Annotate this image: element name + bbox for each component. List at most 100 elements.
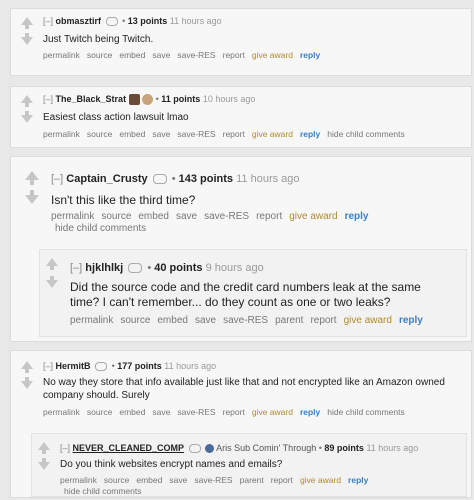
save-res-button[interactable]: save-RES bbox=[223, 315, 268, 326]
comment-body: Just Twitch being Twitch. bbox=[43, 34, 154, 45]
embed-button[interactable]: embed bbox=[157, 315, 188, 326]
vote-arrows bbox=[25, 171, 39, 204]
give-award-button[interactable]: give award bbox=[252, 407, 293, 417]
source-button[interactable]: source bbox=[87, 407, 113, 417]
embed-button[interactable]: embed bbox=[119, 129, 145, 139]
downvote-icon[interactable] bbox=[38, 462, 50, 470]
save-button[interactable]: save bbox=[152, 129, 170, 139]
embed-button[interactable]: embed bbox=[136, 475, 162, 485]
give-award-button[interactable]: give award bbox=[300, 475, 341, 485]
comment-author[interactable]: hjklhlkj bbox=[85, 262, 123, 274]
parent-button[interactable]: parent bbox=[275, 315, 303, 326]
parent-button[interactable]: parent bbox=[240, 475, 264, 485]
source-button[interactable]: source bbox=[87, 50, 113, 60]
collapse-toggle[interactable]: [–] bbox=[51, 173, 63, 185]
comment-body: Did the source code and the credit card … bbox=[70, 280, 421, 310]
downvote-icon[interactable] bbox=[21, 37, 33, 45]
comment-buttons: permalink source embed save save-RES report gi… bbox=[43, 407, 412, 417]
collapse-toggle[interactable]: [–] bbox=[70, 262, 82, 274]
source-button[interactable]: source bbox=[87, 129, 113, 139]
save-button[interactable]: save bbox=[152, 407, 170, 417]
comment-author[interactable]: obmasztirf bbox=[56, 16, 102, 26]
embed-button[interactable]: embed bbox=[119, 50, 145, 60]
collapse-toggle[interactable]: [–] bbox=[43, 94, 53, 104]
permalink-button[interactable]: permalink bbox=[60, 475, 97, 485]
save-res-button[interactable]: save-RES bbox=[204, 211, 249, 222]
report-button[interactable]: report bbox=[223, 129, 245, 139]
comment-author[interactable]: HermitB bbox=[56, 361, 91, 371]
upvote-icon[interactable] bbox=[25, 171, 39, 180]
source-button[interactable]: source bbox=[120, 315, 150, 326]
report-button[interactable]: report bbox=[271, 475, 293, 485]
save-button[interactable]: save bbox=[169, 475, 187, 485]
save-button[interactable]: save bbox=[176, 211, 197, 222]
report-button[interactable]: report bbox=[223, 50, 245, 60]
comment-card: [–] HermitB • 177 points 11 hours ago No… bbox=[10, 350, 472, 498]
comment-author[interactable]: The_Black_Strat bbox=[56, 94, 127, 104]
chat-bubble-icon[interactable] bbox=[128, 263, 143, 274]
report-button[interactable]: report bbox=[223, 407, 245, 417]
permalink-button[interactable]: permalink bbox=[70, 315, 113, 326]
reply-button[interactable]: reply bbox=[300, 50, 320, 60]
reply-button[interactable]: reply bbox=[345, 211, 369, 222]
save-res-button[interactable]: save-RES bbox=[177, 50, 215, 60]
comment-buttons-extra: hide child comments bbox=[55, 223, 153, 234]
source-button[interactable]: source bbox=[101, 211, 131, 222]
collapse-toggle[interactable]: [–] bbox=[43, 361, 53, 371]
comment-body: Do you think websites encrypt names and … bbox=[60, 459, 283, 470]
comment-author[interactable]: NEVER_CLEANED_COMP bbox=[73, 443, 185, 453]
hide-child-comments-button[interactable]: hide child comments bbox=[327, 129, 404, 139]
dot-separator: • bbox=[155, 94, 159, 104]
give-award-button[interactable]: give award bbox=[252, 129, 293, 139]
chat-bubble-icon[interactable] bbox=[152, 174, 167, 185]
comment-buttons: permalink source embed save save-RES parent re… bbox=[60, 475, 375, 485]
hide-child-comments-button[interactable]: hide child comments bbox=[64, 486, 141, 496]
comment-points: 40 points bbox=[154, 262, 203, 274]
upvote-icon[interactable] bbox=[21, 95, 33, 103]
save-res-button[interactable]: save-RES bbox=[194, 475, 232, 485]
reply-button[interactable]: reply bbox=[300, 407, 320, 417]
hide-child-comments-button[interactable]: hide child comments bbox=[327, 407, 404, 417]
upvote-icon[interactable] bbox=[21, 17, 33, 25]
comment-author[interactable]: Captain_Crusty bbox=[66, 173, 147, 185]
downvote-icon[interactable] bbox=[46, 280, 58, 288]
report-button[interactable]: report bbox=[310, 315, 336, 326]
embed-button[interactable]: embed bbox=[138, 211, 169, 222]
hide-child-comments-button[interactable]: hide child comments bbox=[55, 223, 146, 234]
comment-tagline: [–] Captain_Crusty • 143 points 11 hours… bbox=[51, 173, 300, 185]
give-award-button[interactable]: give award bbox=[344, 315, 392, 326]
downvote-icon[interactable] bbox=[21, 115, 33, 123]
permalink-button[interactable]: permalink bbox=[43, 129, 80, 139]
embed-button[interactable]: embed bbox=[119, 407, 145, 417]
downvote-icon[interactable] bbox=[21, 381, 33, 389]
save-button[interactable]: save bbox=[195, 315, 216, 326]
upvote-icon[interactable] bbox=[46, 258, 58, 266]
permalink-button[interactable]: permalink bbox=[43, 407, 80, 417]
collapse-toggle[interactable]: [–] bbox=[60, 443, 70, 453]
give-award-button[interactable]: give award bbox=[252, 50, 293, 60]
permalink-button[interactable]: permalink bbox=[43, 50, 80, 60]
upvote-icon[interactable] bbox=[38, 442, 50, 450]
chat-bubble-icon[interactable] bbox=[95, 362, 108, 372]
comment-time: 9 hours ago bbox=[205, 262, 264, 274]
comment-buttons: permalink source embed save save-RES parent re… bbox=[70, 315, 430, 326]
save-button[interactable]: save bbox=[152, 50, 170, 60]
permalink-button[interactable]: permalink bbox=[51, 211, 94, 222]
reply-button[interactable]: reply bbox=[348, 475, 368, 485]
save-res-button[interactable]: save-RES bbox=[177, 129, 215, 139]
upvote-stem bbox=[42, 450, 46, 454]
vote-arrows bbox=[21, 361, 35, 389]
report-button[interactable]: report bbox=[256, 211, 282, 222]
chat-bubble-icon[interactable] bbox=[188, 444, 201, 454]
source-button[interactable]: source bbox=[104, 475, 130, 485]
comment-points: 13 points bbox=[127, 16, 168, 26]
reply-button[interactable]: reply bbox=[399, 315, 423, 326]
give-award-button[interactable]: give award bbox=[289, 211, 337, 222]
upvote-icon[interactable] bbox=[21, 361, 33, 369]
upvote-stem bbox=[30, 180, 34, 185]
collapse-toggle[interactable]: [–] bbox=[43, 16, 53, 26]
save-res-button[interactable]: save-RES bbox=[177, 407, 215, 417]
downvote-icon[interactable] bbox=[25, 195, 39, 204]
chat-bubble-icon[interactable] bbox=[105, 17, 118, 27]
reply-button[interactable]: reply bbox=[300, 129, 320, 139]
